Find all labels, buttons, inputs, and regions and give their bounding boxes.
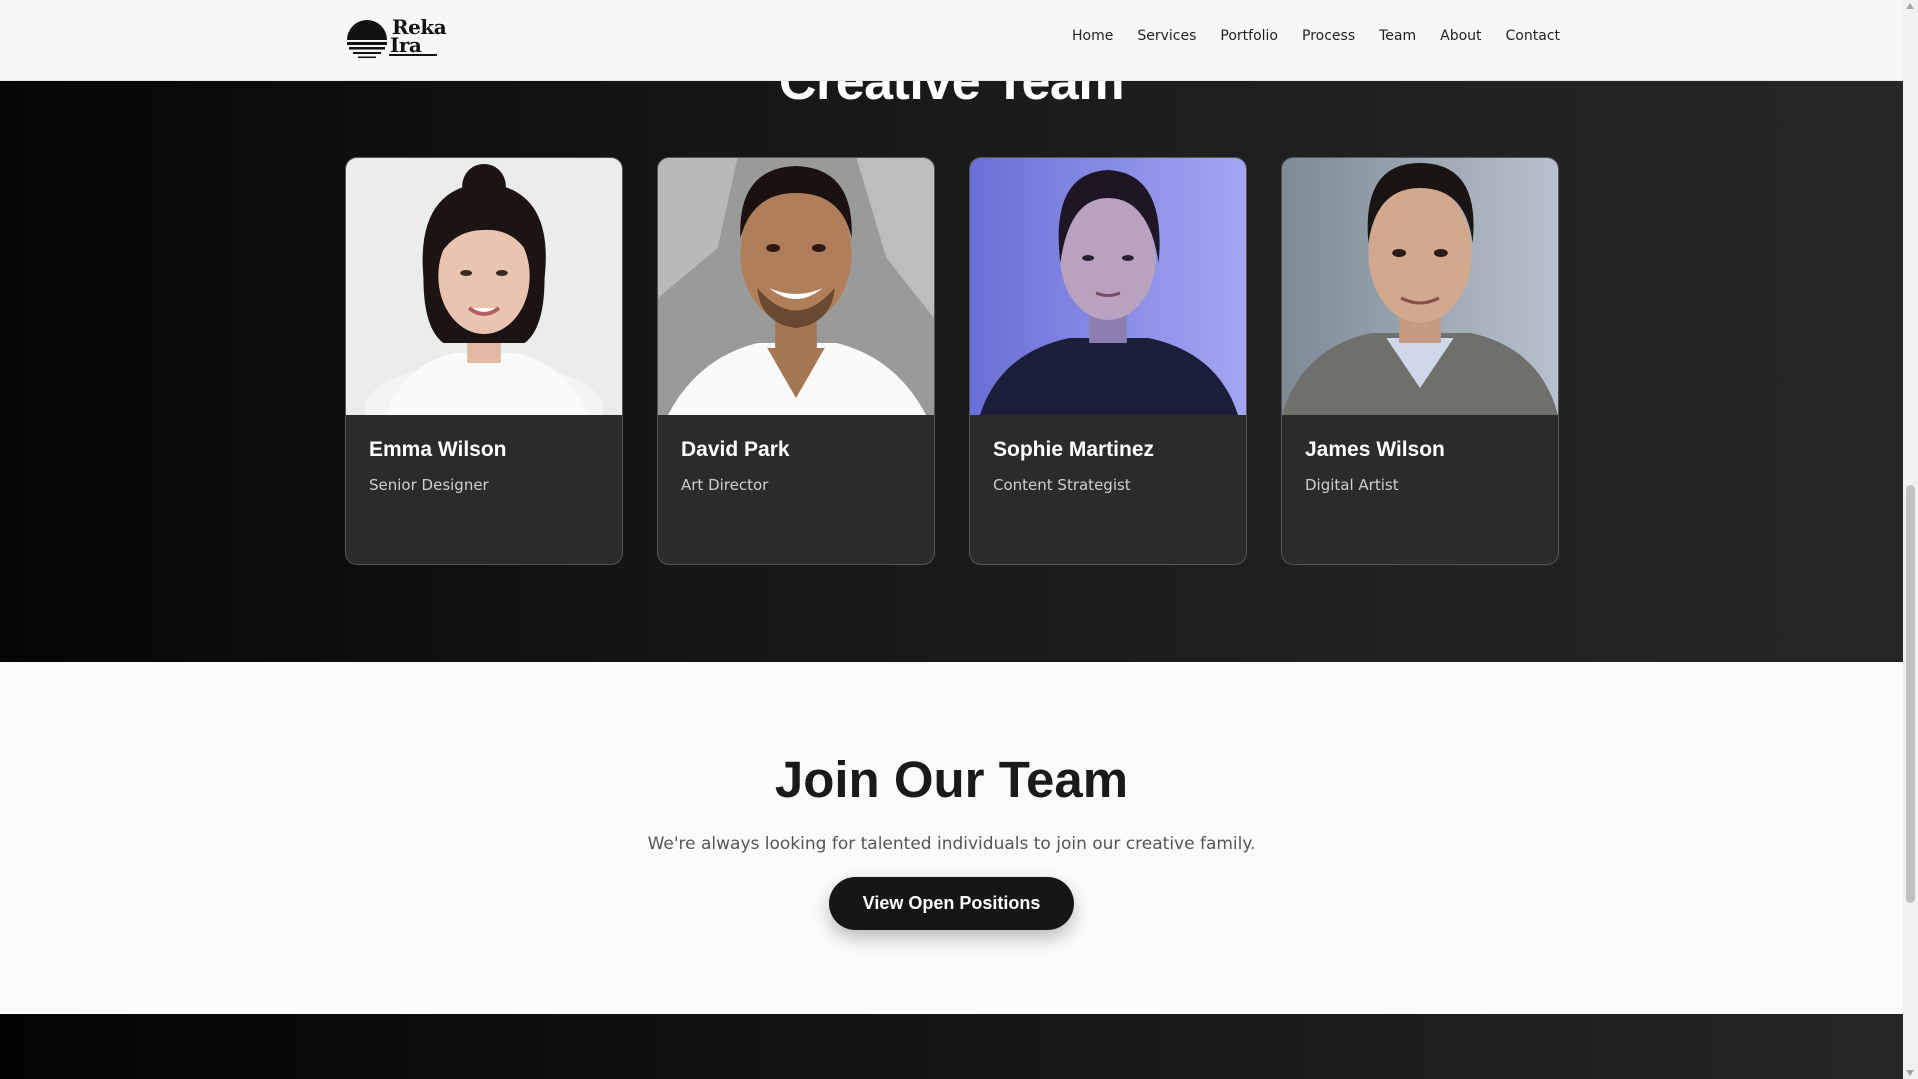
nav-contact[interactable]: Contact xyxy=(1506,28,1560,44)
nav-portfolio[interactable]: Portfolio xyxy=(1220,28,1278,44)
footer xyxy=(0,1014,1903,1079)
logo-underline xyxy=(389,54,437,56)
team-card-david-park[interactable]: David Park Art Director xyxy=(657,157,935,565)
team-member-role: Digital Artist xyxy=(1305,476,1399,494)
nav-services[interactable]: Services xyxy=(1137,28,1196,44)
team-member-role: Art Director xyxy=(681,476,769,494)
team-card-james-wilson[interactable]: James Wilson Digital Artist xyxy=(1281,157,1559,565)
team-member-photo xyxy=(970,158,1246,415)
team-section: Creative Team Emma Wilson Senior Designe… xyxy=(0,0,1903,662)
nav-home[interactable]: Home xyxy=(1072,28,1113,44)
page-viewport: Creative Team Emma Wilson Senior Designe… xyxy=(0,0,1903,1079)
team-member-role: Content Strategist xyxy=(993,476,1131,494)
team-member-photo xyxy=(658,158,934,415)
site-header: Reka Ira Home Services Portfolio Process… xyxy=(0,0,1903,81)
vertical-scrollbar[interactable] xyxy=(1903,0,1918,1079)
team-card-sophie-martinez[interactable]: Sophie Martinez Content Strategist xyxy=(969,157,1247,565)
view-open-positions-button[interactable]: View Open Positions xyxy=(829,877,1074,930)
nav-team[interactable]: Team xyxy=(1379,28,1416,44)
team-member-photo xyxy=(1282,158,1558,415)
team-member-role: Senior Designer xyxy=(369,476,489,494)
scroll-down-arrow-icon[interactable] xyxy=(1906,1070,1914,1076)
scrollbar-thumb[interactable] xyxy=(1906,485,1915,903)
team-member-name: Sophie Martinez xyxy=(993,438,1155,461)
logo[interactable]: Reka Ira xyxy=(345,17,447,62)
join-section-title: Join Our Team xyxy=(774,751,1129,808)
logo-sun-icon xyxy=(347,20,387,58)
main-nav: Home Services Portfolio Process Team Abo… xyxy=(1072,28,1560,44)
nav-process[interactable]: Process xyxy=(1302,28,1355,44)
logo-text: Reka Ira xyxy=(390,17,447,55)
team-member-name: Emma Wilson xyxy=(369,438,507,461)
team-member-photo xyxy=(346,158,622,415)
join-section-description: We're always looking for talented indivi… xyxy=(647,834,1256,854)
team-card-emma-wilson[interactable]: Emma Wilson Senior Designer xyxy=(345,157,623,565)
scroll-up-arrow-icon[interactable] xyxy=(1906,3,1914,9)
team-member-name: James Wilson xyxy=(1305,438,1445,461)
join-section: Join Our Team We're always looking for t… xyxy=(0,662,1903,1014)
team-cards: Emma Wilson Senior Designer David Park A… xyxy=(345,157,1559,565)
team-member-name: David Park xyxy=(681,438,790,461)
nav-about[interactable]: About xyxy=(1440,28,1481,44)
